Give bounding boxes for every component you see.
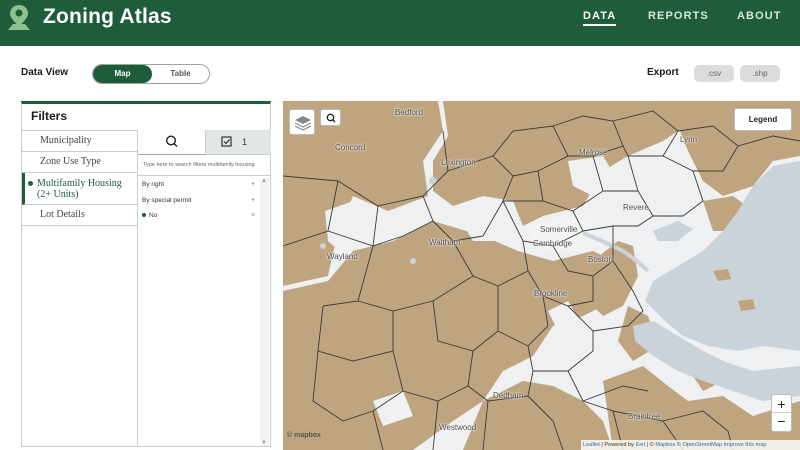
filter-category-multifamily-housing[interactable]: Multifamily Housing (2+ Units): [22, 173, 137, 205]
nav-about[interactable]: ABOUT: [737, 10, 782, 22]
nav-reports[interactable]: REPORTS: [648, 10, 709, 22]
filter-category-label: Multifamily Housing: [37, 178, 122, 189]
place-label: Bedford: [395, 108, 424, 117]
option-no[interactable]: No: [142, 212, 157, 219]
table-view-button[interactable]: Table: [152, 65, 209, 83]
zoom-out-button[interactable]: −: [772, 413, 791, 431]
osm-link[interactable]: © OpenStreetMap: [675, 442, 722, 448]
place-label: Melrose: [579, 148, 608, 157]
selected-dot-icon: [28, 181, 33, 186]
improve-map-link[interactable]: Improve this map: [722, 442, 767, 448]
filter-search-input[interactable]: Type here to search filters multifamily …: [143, 162, 268, 168]
export-csv-button[interactable]: .csv: [694, 65, 734, 82]
option-by-special-permit[interactable]: By special permit: [142, 197, 192, 204]
map-view-button[interactable]: Map: [93, 65, 152, 83]
selected-dot-icon: [142, 213, 146, 218]
place-label: Westwood: [439, 423, 477, 432]
pond: [410, 258, 416, 264]
water: [653, 221, 693, 241]
filter-category-list: Municipality Zone Use Type Multifamily H…: [22, 130, 138, 447]
layers-button[interactable]: [289, 109, 315, 135]
nav-data[interactable]: DATA: [583, 10, 617, 26]
filter-category-label: Zone Use Type: [40, 156, 101, 167]
filter-category-label: Municipality: [40, 135, 92, 146]
app-header: Zoning Atlas DATA REPORTS ABOUT: [0, 0, 800, 46]
filter-category-sublabel: (2+ Units): [37, 189, 79, 200]
mapbox-logo[interactable]: © mapbox: [287, 432, 321, 439]
map-attribution: Leaflet | Powered by Esri | © Mapbox © O…: [581, 440, 800, 450]
attribution-text: | Powered by: [599, 442, 636, 448]
place-label: Concord: [335, 143, 366, 152]
scroll-up-icon[interactable]: ▲: [261, 178, 267, 184]
place-label: Brookline: [534, 289, 568, 298]
app-title: Zoning Atlas: [43, 5, 172, 28]
place-label: Boston: [588, 255, 613, 264]
filter-category-zone-use-type[interactable]: Zone Use Type: [22, 152, 137, 173]
attribution-text: | ©: [645, 442, 656, 448]
place-label: Lynn: [680, 135, 698, 144]
search-icon: [326, 113, 336, 123]
add-icon[interactable]: +: [251, 181, 255, 188]
zoom-control: + −: [771, 394, 792, 432]
leaflet-link[interactable]: Leaflet: [583, 442, 600, 448]
filters-title: Filters: [31, 109, 68, 123]
place-label: Cambridge: [533, 239, 573, 248]
esri-link[interactable]: Esri: [635, 442, 645, 448]
pond: [320, 243, 326, 249]
view-toggle: Map Table: [92, 64, 210, 84]
tab-search[interactable]: [138, 130, 206, 155]
add-icon[interactable]: +: [251, 197, 255, 204]
place-label: Waltham: [429, 238, 461, 247]
island: [738, 299, 755, 311]
option-by-right[interactable]: By right: [142, 181, 164, 188]
search-icon: [166, 135, 178, 148]
checkbox-icon: [221, 136, 232, 147]
filter-category-municipality[interactable]: Municipality: [22, 131, 137, 152]
tab-selected-filters[interactable]: 1: [206, 130, 271, 155]
place-label: Dedham: [493, 391, 524, 400]
export-shp-button[interactable]: .shp: [740, 65, 780, 82]
divider: [138, 175, 271, 176]
remove-icon[interactable]: ×: [251, 212, 255, 219]
filters-panel: Filters Municipality Zone Use Type Multi…: [21, 101, 271, 447]
selected-count: 1: [242, 137, 248, 147]
place-label: Braintree: [628, 412, 661, 421]
place-label: Lexington: [441, 158, 476, 167]
map-search-button[interactable]: [320, 109, 341, 126]
map-pin-logo-icon[interactable]: [6, 3, 32, 33]
place-label: Somerville: [540, 225, 578, 234]
map-canvas[interactable]: [283, 101, 800, 450]
legend-button[interactable]: Legend: [734, 108, 792, 131]
map-view[interactable]: Bedford Concord Lexington Lynn Melrose R…: [283, 101, 800, 450]
option-label: No: [149, 212, 158, 219]
filter-category-lot-details[interactable]: Lot Details: [22, 205, 137, 226]
filter-category-label: Lot Details: [40, 209, 85, 220]
data-view-label: Data View: [21, 67, 69, 78]
mapbox-link[interactable]: Mapbox: [655, 442, 675, 448]
place-label: Revere: [623, 203, 649, 212]
place-label: Wayland: [327, 252, 358, 261]
layers-icon: [294, 116, 312, 131]
scroll-down-icon[interactable]: ▼: [261, 440, 267, 446]
export-label: Export: [647, 67, 679, 78]
options-scrollbar[interactable]: ▲ ▼: [260, 178, 269, 446]
zoom-in-button[interactable]: +: [772, 395, 791, 413]
